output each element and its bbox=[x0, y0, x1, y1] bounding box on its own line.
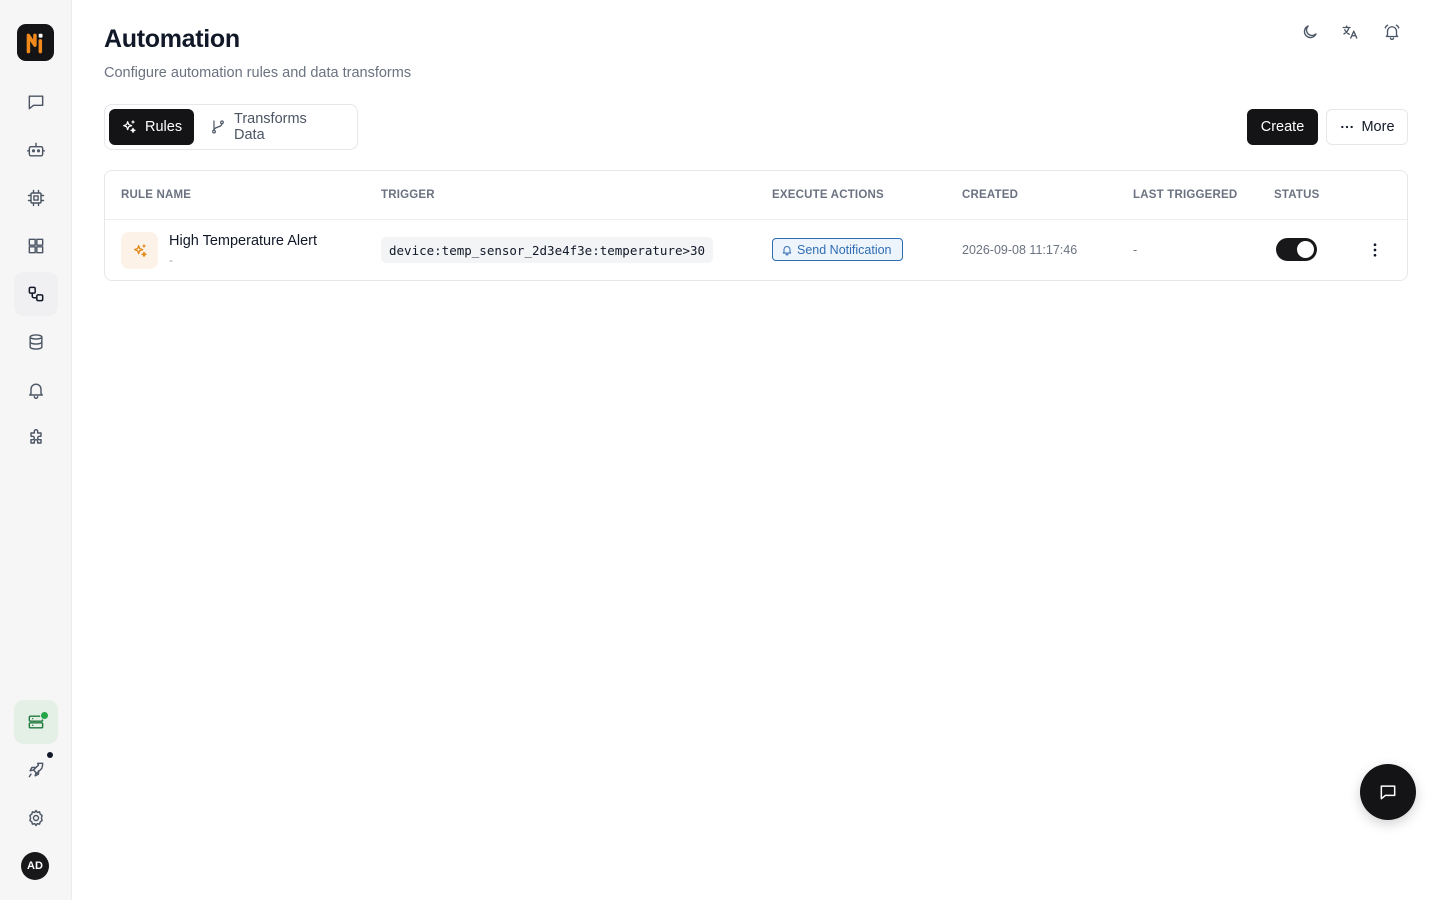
action-badge: Send Notification bbox=[772, 238, 903, 261]
column-header-created[interactable]: Created bbox=[962, 189, 1018, 201]
tab-rules-label: Rules bbox=[145, 119, 183, 135]
bot-icon bbox=[26, 142, 46, 157]
tab-rules[interactable]: Rules bbox=[109, 109, 195, 145]
puzzle-icon bbox=[30, 429, 42, 444]
bell-icon bbox=[29, 383, 43, 399]
moon-icon bbox=[1303, 25, 1317, 39]
more-horizontal-icon bbox=[1341, 125, 1354, 129]
create-button[interactable]: Create bbox=[1247, 109, 1318, 145]
chat-icon bbox=[1380, 785, 1396, 800]
chat-icon bbox=[28, 95, 44, 110]
column-header-last-triggered[interactable]: Last Triggered bbox=[1133, 189, 1237, 201]
deploy-badge bbox=[47, 752, 53, 758]
sidebar-item-chip[interactable] bbox=[14, 176, 58, 220]
column-header-execute-actions[interactable]: Execute Actions bbox=[772, 189, 884, 201]
last-triggered-value: - bbox=[1133, 243, 1138, 257]
workflow-icon bbox=[28, 286, 44, 302]
page-subtitle: Configure automation rules and data tran… bbox=[104, 65, 412, 81]
created-timestamp: 2026-09-08 11:17:46 bbox=[962, 243, 1078, 257]
server-online-indicator bbox=[40, 711, 49, 720]
sidebar: AD bbox=[0, 0, 72, 900]
view-tabs: Rules Transforms Data bbox=[104, 104, 358, 150]
sparkles-icon bbox=[123, 120, 136, 133]
sidebar-item-settings[interactable] bbox=[14, 796, 58, 840]
action-badge-label: Send Notification bbox=[797, 242, 892, 257]
column-header-trigger[interactable]: Trigger bbox=[381, 189, 435, 201]
table-header: Rule Name Trigger Execute Actions Create… bbox=[105, 171, 1407, 220]
notifications-button[interactable] bbox=[1380, 20, 1404, 44]
sparkles-icon bbox=[133, 243, 147, 257]
sidebar-item-database[interactable] bbox=[14, 320, 58, 364]
rule-type-badge bbox=[121, 232, 158, 269]
tab-transforms-label: Transforms Data bbox=[234, 111, 307, 143]
theme-toggle-button[interactable] bbox=[1298, 20, 1322, 44]
more-button-label: More bbox=[1361, 119, 1395, 135]
more-button[interactable]: More bbox=[1326, 109, 1408, 145]
sidebar-item-plugins[interactable] bbox=[14, 416, 58, 460]
rocket-icon bbox=[28, 762, 44, 778]
header-actions bbox=[1298, 20, 1404, 44]
sidebar-item-deploy[interactable] bbox=[14, 748, 58, 792]
sidebar-item-chat[interactable] bbox=[14, 80, 58, 124]
sidebar-item-bot[interactable] bbox=[14, 128, 58, 172]
gear-icon bbox=[29, 809, 43, 827]
sidebar-item-alerts[interactable] bbox=[14, 368, 58, 412]
rules-table: Rule Name Trigger Execute Actions Create… bbox=[104, 170, 1408, 281]
sidebar-item-automation[interactable] bbox=[14, 272, 58, 316]
rule-description: - bbox=[169, 253, 173, 267]
sidebar-item-dashboard[interactable] bbox=[14, 224, 58, 268]
sidebar-item-server[interactable] bbox=[14, 700, 58, 744]
tab-transforms-data[interactable]: Transforms Data bbox=[198, 109, 353, 145]
column-header-rule-name[interactable]: Rule Name bbox=[121, 189, 191, 201]
trigger-expression: device:temp_sensor_2d3e4f3e:temperature>… bbox=[381, 237, 714, 263]
database-icon bbox=[29, 334, 43, 350]
logo-icon bbox=[26, 33, 42, 53]
column-header-status[interactable]: Status bbox=[1274, 189, 1320, 201]
rule-name[interactable]: High Temperature Alert bbox=[169, 233, 317, 249]
translate-icon bbox=[1342, 25, 1358, 39]
user-avatar[interactable]: AD bbox=[21, 852, 49, 880]
status-toggle[interactable] bbox=[1276, 238, 1317, 261]
chip-icon bbox=[27, 189, 45, 207]
bell-icon bbox=[782, 245, 792, 255]
dashboard-icon bbox=[28, 238, 44, 254]
table-row[interactable]: High Temperature Alert - device:temp_sen… bbox=[105, 220, 1407, 280]
bell-ring-icon bbox=[1384, 24, 1400, 41]
more-vertical-icon bbox=[1373, 243, 1377, 257]
toggle-knob bbox=[1297, 241, 1314, 258]
language-button[interactable] bbox=[1338, 20, 1362, 44]
app-logo[interactable] bbox=[17, 24, 54, 61]
git-branch-icon bbox=[212, 120, 224, 134]
chat-assistant-button[interactable] bbox=[1360, 764, 1416, 820]
row-actions-button[interactable] bbox=[1365, 238, 1385, 262]
page-title: Automation bbox=[104, 25, 240, 53]
